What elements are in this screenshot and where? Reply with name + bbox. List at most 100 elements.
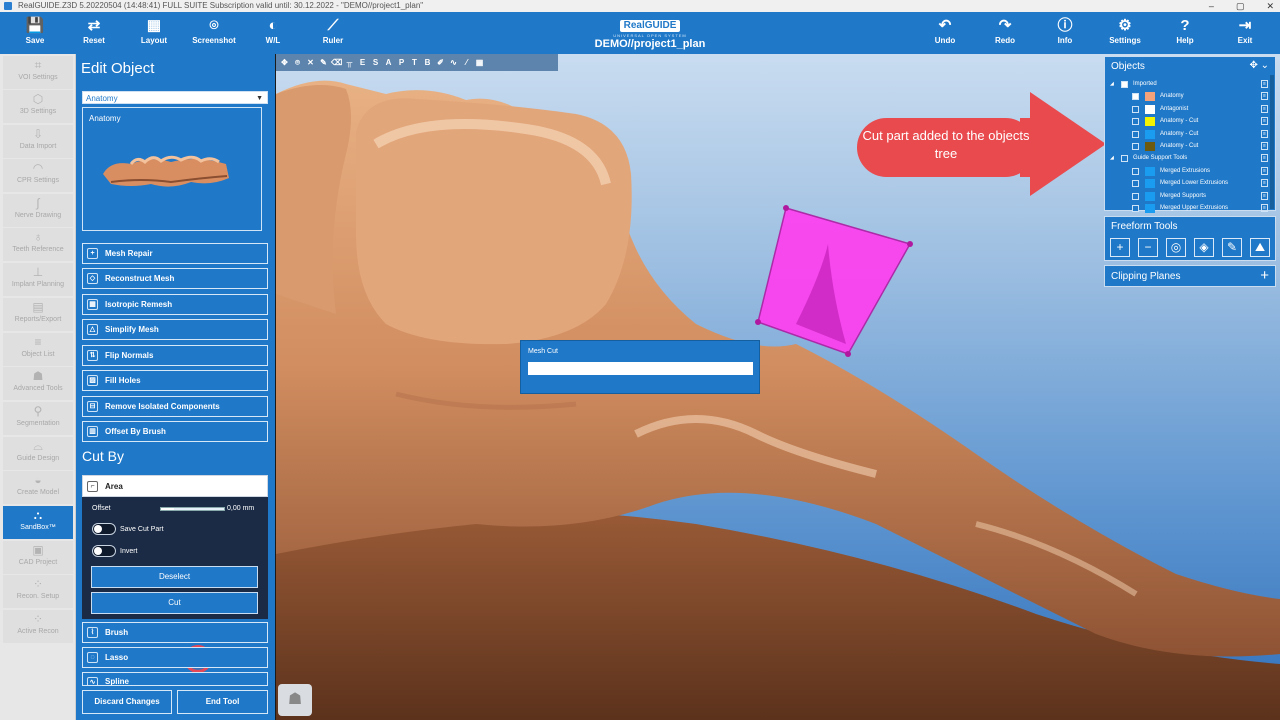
tool-s-button[interactable]: S — [370, 57, 381, 68]
object-row[interactable]: Anatomy - Cut ≡ — [1108, 129, 1268, 140]
end-tool-button[interactable]: End Tool — [177, 690, 268, 714]
tool-a-button[interactable]: A — [383, 57, 394, 68]
minimize-button[interactable]: – — [1209, 0, 1214, 12]
color-swatch[interactable] — [1145, 204, 1155, 213]
pen-icon[interactable]: ✎ — [318, 57, 329, 68]
smooth-icon[interactable]: ⛰ — [1250, 238, 1270, 257]
color-swatch[interactable] — [1145, 104, 1155, 114]
tool-t-button[interactable]: T — [409, 57, 420, 68]
nav-nerve-drawing[interactable]: ∫ Nerve Drawing — [3, 194, 73, 227]
redo-button[interactable]: ↷ Redo — [975, 16, 1035, 52]
color-swatch[interactable] — [1145, 142, 1155, 151]
undo-button[interactable]: ↶ Undo — [915, 16, 975, 52]
spline-tool-button[interactable]: ∿ Spline — [82, 672, 268, 686]
tool-b-button[interactable]: B — [422, 57, 433, 68]
close-icon[interactable]: ✕ — [305, 57, 316, 68]
nav-cpr-settings[interactable]: ◠ CPR Settings — [3, 159, 73, 192]
pencil-icon[interactable]: ✐ — [435, 57, 446, 68]
reset-button[interactable]: ⇄ Reset — [64, 16, 124, 52]
color-swatch[interactable] — [1145, 179, 1155, 189]
invert-toggle[interactable] — [92, 545, 116, 557]
nav-guide-design[interactable]: ⌓ Guide Design — [3, 437, 73, 470]
chevron-down-icon[interactable]: ⌄ — [1261, 60, 1269, 71]
area-tool-header[interactable]: ⌐ Area — [82, 475, 268, 497]
object-row[interactable]: Merged Upper Extrusions ≡ — [1108, 203, 1268, 214]
visibility-checkbox[interactable] — [1132, 192, 1139, 200]
object-row[interactable]: Antagonist ≡ — [1108, 104, 1268, 115]
visibility-checkbox[interactable] — [1121, 155, 1128, 163]
row-menu-icon[interactable]: ≡ — [1261, 179, 1268, 188]
add-icon[interactable]: + — [1110, 238, 1130, 257]
row-menu-icon[interactable]: ≡ — [1261, 129, 1268, 138]
move-icon[interactable]: ✥ — [279, 57, 290, 68]
maximize-button[interactable]: ▢ — [1236, 0, 1245, 12]
move-icon[interactable]: ✥ — [1249, 60, 1257, 71]
color-swatch[interactable] — [1145, 166, 1155, 176]
home-view-button[interactable]: ☗ — [278, 684, 312, 716]
info-button[interactable]: ⓘ Info — [1035, 16, 1095, 52]
camera-icon[interactable]: ⌾ — [292, 57, 303, 68]
offset-slider[interactable] — [160, 507, 225, 511]
object-row[interactable]: Anatomy - Cut ≡ — [1108, 116, 1268, 127]
nav-implant-planning[interactable]: ⊥ Implant Planning — [3, 263, 73, 296]
fill-icon[interactable]: ◈ — [1194, 238, 1214, 257]
nav-recon-setup[interactable]: ⁘ Recon. Setup — [3, 575, 73, 608]
visibility-checkbox[interactable] — [1132, 143, 1139, 150]
simplify-mesh-button[interactable]: △ Simplify Mesh — [82, 319, 268, 340]
discard-changes-button[interactable]: Discard Changes — [82, 690, 172, 714]
visibility-checkbox[interactable] — [1121, 81, 1128, 88]
clipping-planes-panel[interactable]: Clipping Planes + — [1104, 265, 1276, 287]
nav-cad-project[interactable]: ▣ CAD Project — [3, 541, 73, 574]
color-swatch[interactable] — [1145, 191, 1155, 201]
object-row[interactable]: Merged Lower Extrusions ≡ — [1108, 178, 1268, 189]
visibility-checkbox[interactable] — [1132, 130, 1139, 138]
nav-teeth-reference[interactable]: ♁ Teeth Reference — [3, 228, 73, 261]
nav-sandbox[interactable]: ⛬ SandBox™ — [3, 506, 73, 539]
nav-segmentation[interactable]: ⚲ Segmentation — [3, 402, 73, 435]
nav-create-model[interactable]: ◒ Create Model — [3, 471, 73, 504]
isotropic-remesh-button[interactable]: ▦ Isotropic Remesh — [82, 294, 268, 315]
deselect-button[interactable]: Deselect — [91, 566, 258, 588]
wall-icon[interactable]: ╥ — [344, 57, 355, 68]
layout-button[interactable]: ▦ Layout — [124, 16, 184, 52]
visibility-checkbox[interactable] — [1132, 205, 1139, 212]
expand-icon[interactable]: ◢ — [1110, 153, 1114, 164]
flip-normals-button[interactable]: ⇅ Flip Normals — [82, 345, 268, 366]
row-menu-icon[interactable]: ≡ — [1261, 154, 1268, 163]
nav-object-list[interactable]: ≡ Object List — [3, 333, 73, 366]
nav-voi-settings[interactable]: ⌗ VOI Settings — [3, 56, 73, 89]
help-button[interactable]: ? Help — [1155, 16, 1215, 52]
object-row[interactable]: Merged Extrusions ≡ — [1108, 166, 1268, 177]
visibility-checkbox[interactable] — [1132, 167, 1139, 175]
line-icon[interactable]: ⁄ — [461, 57, 472, 68]
visibility-checkbox[interactable] — [1132, 105, 1139, 113]
color-swatch[interactable] — [1145, 92, 1155, 102]
mesh-repair-button[interactable]: + Mesh Repair — [82, 243, 268, 264]
expand-icon[interactable]: ◢ — [1110, 79, 1114, 90]
object-select[interactable]: Anatomy ▼ — [82, 91, 268, 104]
circle-icon[interactable]: ◎ — [1166, 238, 1186, 257]
visibility-checkbox[interactable] — [1132, 118, 1139, 126]
objects-scrollbar[interactable] — [1270, 75, 1274, 209]
save-button[interactable]: 💾 Save — [5, 16, 65, 52]
settings-button[interactable]: ⚙ Settings — [1095, 16, 1155, 52]
nav-3d-settings[interactable]: ⬡ 3D Settings — [3, 90, 73, 123]
object-group-row[interactable]: ◢ Guide Support Tools ≡ — [1108, 153, 1268, 164]
erase-icon[interactable]: ⌫ — [331, 57, 342, 68]
fill-holes-button[interactable]: ▨ Fill Holes — [82, 370, 268, 391]
row-menu-icon[interactable]: ≡ — [1261, 191, 1268, 200]
row-menu-icon[interactable]: ≡ — [1261, 92, 1268, 101]
color-swatch[interactable] — [1145, 129, 1155, 139]
plus-icon[interactable]: + — [1260, 267, 1269, 284]
curve-icon[interactable]: ∿ — [448, 57, 459, 68]
nav-reports-export[interactable]: ▤ Reports/Export — [3, 298, 73, 331]
close-window-button[interactable]: ✕ — [1266, 0, 1274, 12]
subtract-icon[interactable]: − — [1138, 238, 1158, 257]
row-menu-icon[interactable]: ≡ — [1261, 80, 1268, 88]
screenshot-button[interactable]: ⌾ Screenshot — [184, 16, 244, 52]
reconstruct-mesh-button[interactable]: ◇ Reconstruct Mesh — [82, 268, 268, 289]
row-menu-icon[interactable]: ≡ — [1261, 166, 1268, 175]
visibility-checkbox[interactable] — [1132, 93, 1139, 101]
cut-button[interactable]: Cut — [91, 592, 258, 614]
save-cut-part-toggle[interactable] — [92, 523, 116, 535]
